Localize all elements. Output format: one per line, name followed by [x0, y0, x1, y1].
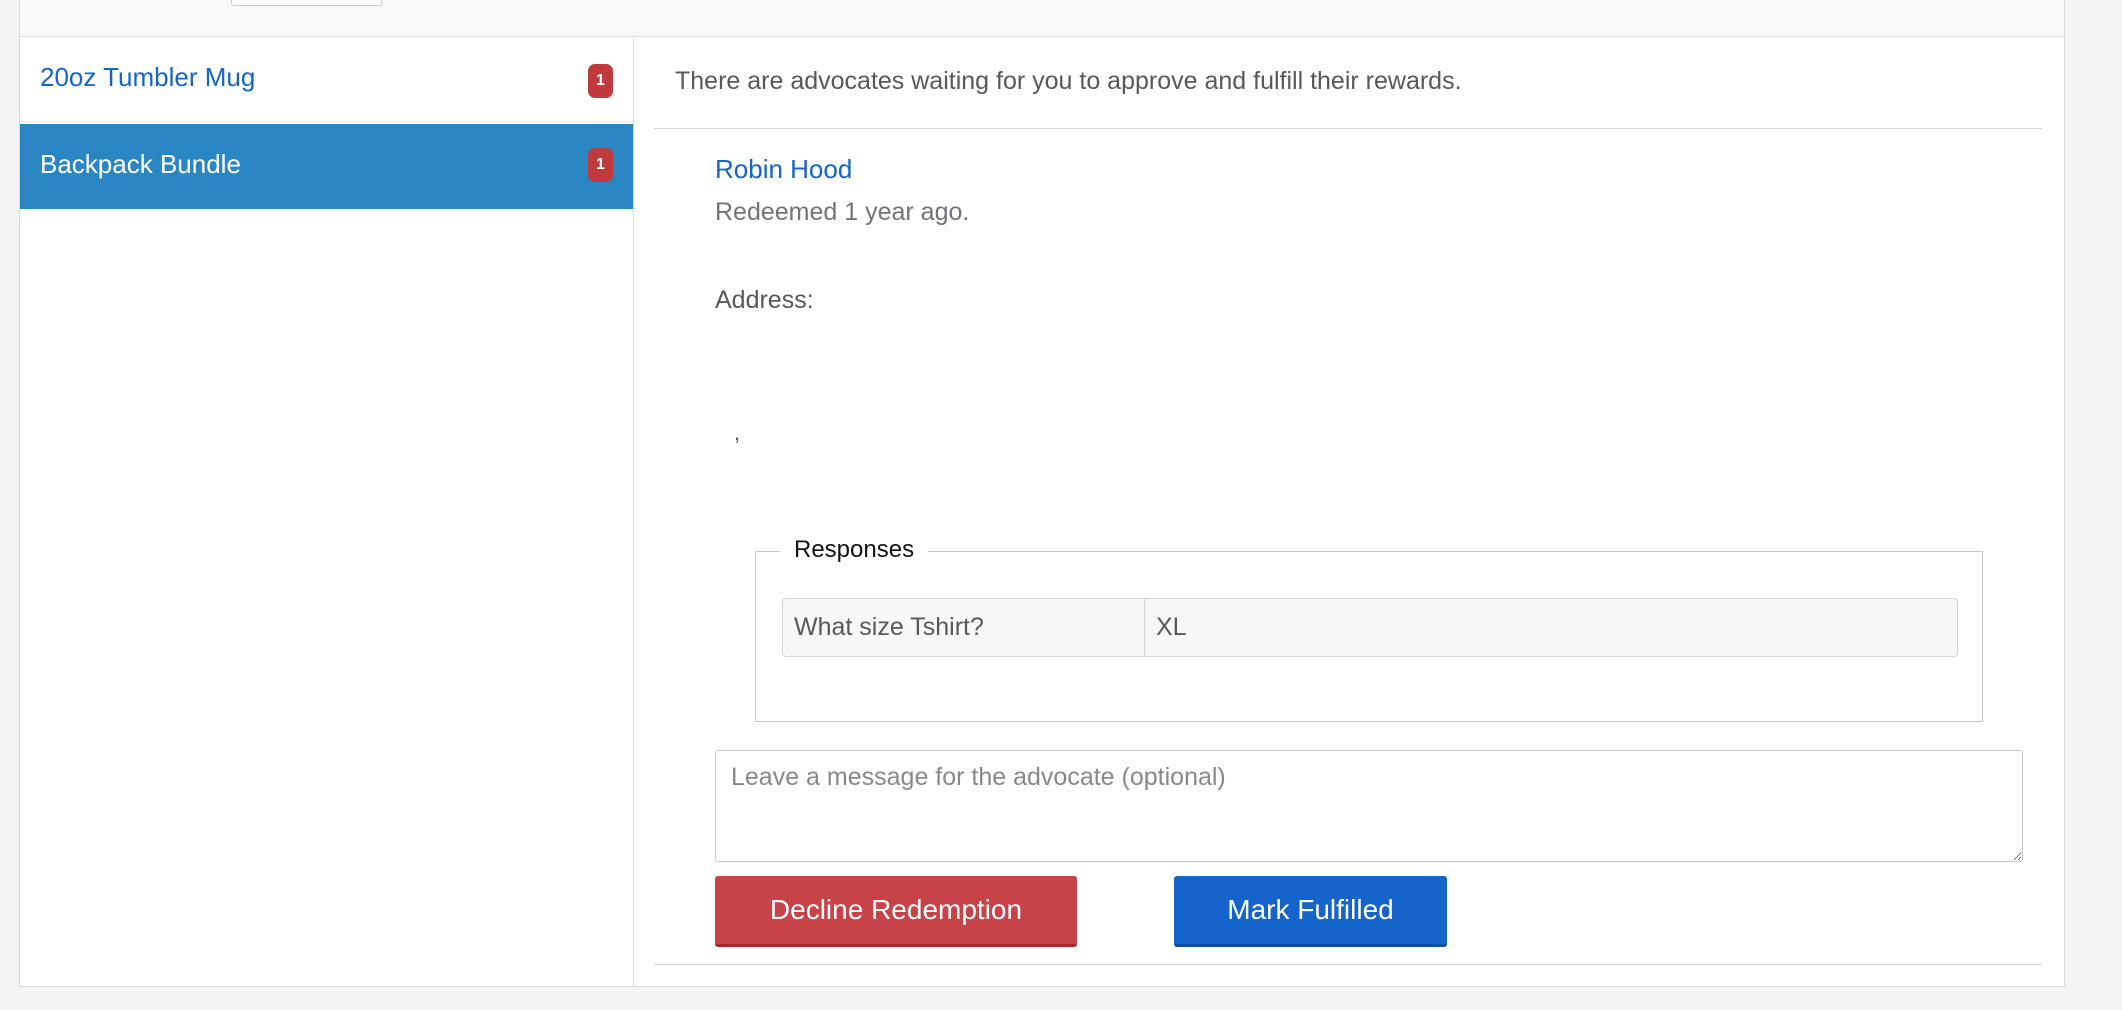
intro-text: There are advocates waiting for you to a… — [675, 67, 1462, 95]
sidebar-item-label: 20oz Tumbler Mug — [40, 62, 256, 92]
advocate-name-link[interactable]: Robin Hood — [715, 154, 852, 185]
sidebar-item-tumbler-mug[interactable]: 20oz Tumbler Mug 1 — [20, 37, 633, 122]
response-question: What size Tshirt? — [783, 599, 1145, 656]
decline-redemption-button[interactable]: Decline Redemption — [715, 876, 1077, 947]
top-filter-bar — [19, 0, 2065, 37]
responses-fieldset: Responses What size Tshirt? XL — [755, 536, 1983, 722]
address-separator: , — [734, 420, 741, 445]
address-label: Address: — [715, 286, 814, 314]
filter-control[interactable] — [231, 0, 382, 6]
responses-legend: Responses — [780, 536, 929, 564]
divider — [654, 128, 2042, 129]
response-answer: XL — [1156, 613, 1187, 641]
pending-count-badge: 1 — [588, 148, 613, 182]
mark-fulfilled-button[interactable]: Mark Fulfilled — [1174, 876, 1447, 947]
divider — [654, 964, 2042, 965]
sidebar-item-backpack-bundle[interactable]: Backpack Bundle 1 — [20, 124, 633, 209]
sidebar-item-label: Backpack Bundle — [40, 149, 241, 179]
pending-count-badge: 1 — [588, 64, 613, 98]
advocate-message-input[interactable] — [715, 750, 2023, 862]
redemption-detail: There are advocates waiting for you to a… — [634, 37, 2066, 986]
redeemed-time: Redeemed 1 year ago. — [715, 198, 970, 226]
rewards-panel: 20oz Tumbler Mug 1 Backpack Bundle 1 The… — [19, 37, 2065, 987]
response-row: What size Tshirt? XL — [782, 598, 1958, 657]
reward-list: 20oz Tumbler Mug 1 Backpack Bundle 1 — [20, 37, 634, 986]
